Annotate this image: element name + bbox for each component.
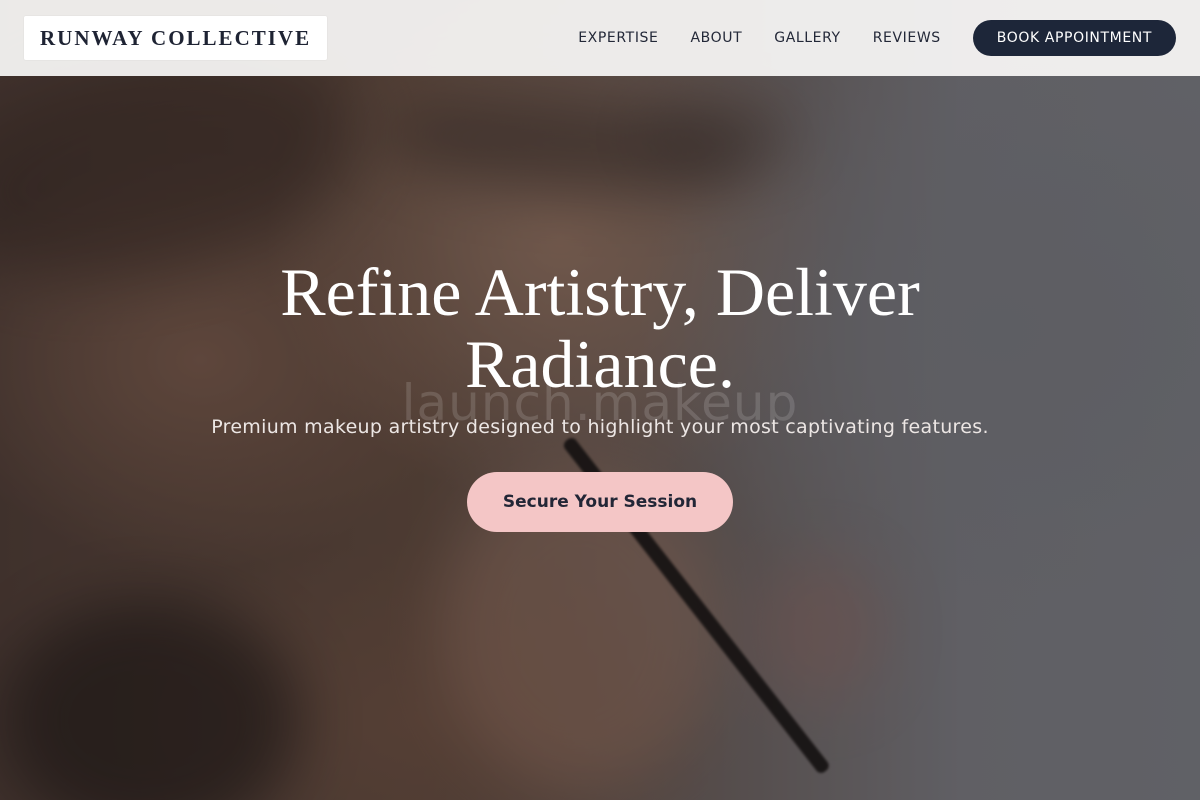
- hero-subline: Premium makeup artistry designed to high…: [211, 416, 989, 438]
- hero-content: launch.makeup Refine Artistry, Deliver R…: [0, 256, 1200, 532]
- book-appointment-button[interactable]: BOOK APPOINTMENT: [972, 20, 1176, 56]
- brand-logo[interactable]: RUNWAY COLLECTIVE: [24, 16, 328, 60]
- site-header: RUNWAY COLLECTIVE EXPERTISE ABOUT GALLER…: [0, 0, 1200, 76]
- nav-link-reviews[interactable]: REVIEWS: [873, 30, 941, 46]
- brand-name: RUNWAY COLLECTIVE: [40, 25, 312, 50]
- nav-link-gallery[interactable]: GALLERY: [774, 30, 840, 46]
- nav-link-about[interactable]: ABOUT: [690, 30, 742, 46]
- nav-link-expertise[interactable]: EXPERTISE: [578, 30, 658, 46]
- main-nav: EXPERTISE ABOUT GALLERY REVIEWS BOOK APP…: [578, 20, 1176, 56]
- secure-session-button[interactable]: Secure Your Session: [467, 472, 733, 532]
